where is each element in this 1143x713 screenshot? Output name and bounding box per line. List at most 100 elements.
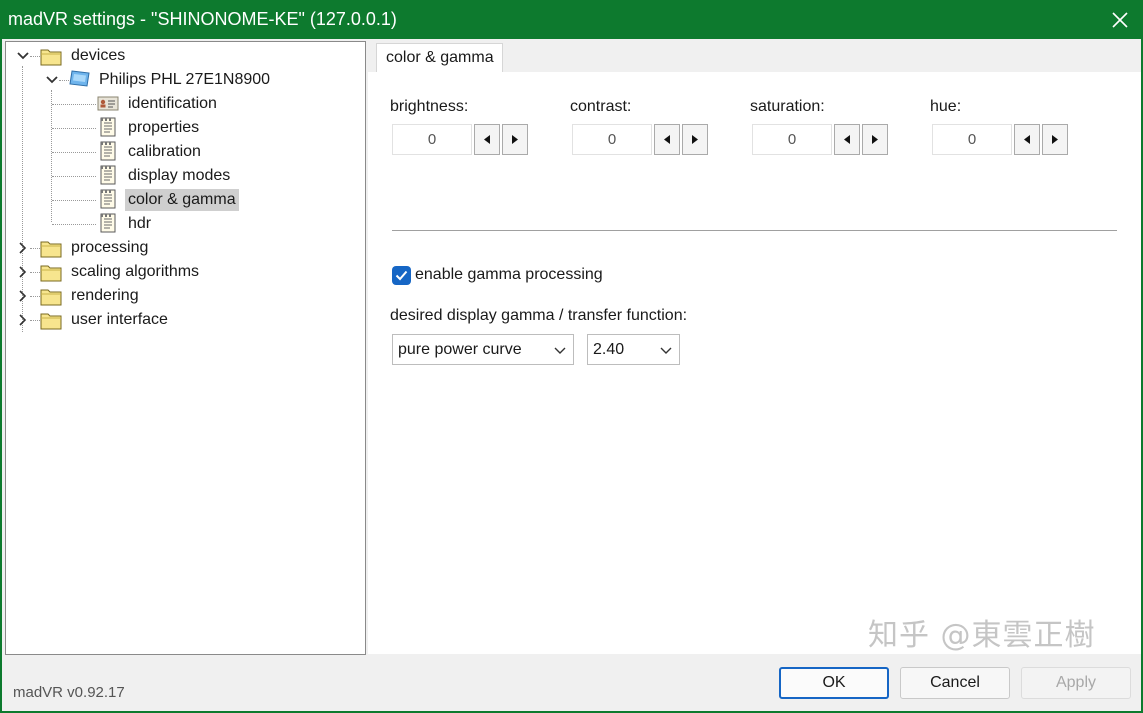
- expand-toggle-processing[interactable]: [16, 241, 30, 255]
- tree-guide-line: [51, 90, 52, 222]
- folder-icon: [40, 49, 62, 66]
- tree-node-calibration[interactable]: calibration: [125, 141, 204, 163]
- saturation-input[interactable]: 0: [752, 124, 832, 155]
- tree-node-scaling-algorithms[interactable]: scaling algorithms: [68, 261, 202, 283]
- saturation-increase-button[interactable]: [862, 124, 888, 155]
- tree-guide-line: [52, 104, 96, 105]
- tree-node-devices[interactable]: devices: [68, 45, 128, 67]
- tree-guide-line: [59, 80, 69, 81]
- chevron-right-icon: [19, 314, 27, 326]
- gamma-function-label: desired display gamma / transfer functio…: [390, 307, 688, 324]
- monitor-icon: [69, 70, 90, 87]
- contrast-label: contrast:: [570, 98, 632, 115]
- title-bar: madVR settings - "SHINONOME-KE" (127.0.0…: [0, 0, 1143, 39]
- settings-tree[interactable]: devices Philips PHL 27E1N8900 identifica…: [5, 41, 366, 655]
- tree-node-identification[interactable]: identification: [125, 93, 220, 115]
- tree-node-label: color & gamma: [125, 189, 239, 211]
- folder-icon: [40, 241, 62, 258]
- folder-icon: [40, 289, 62, 306]
- saturation-decrease-button[interactable]: [834, 124, 860, 155]
- brightness-increase-button[interactable]: [502, 124, 528, 155]
- folder-icon: [40, 313, 62, 330]
- tree-guide-line: [30, 272, 40, 273]
- hue-decrease-button[interactable]: [1014, 124, 1040, 155]
- apply-button[interactable]: Apply: [1021, 667, 1131, 699]
- app-window: madVR settings - "SHINONOME-KE" (127.0.0…: [0, 0, 1143, 713]
- hue-input[interactable]: 0: [932, 124, 1012, 155]
- tree-node-label: devices: [71, 47, 126, 64]
- document-icon: [100, 165, 116, 185]
- chevron-right-icon: [19, 290, 27, 302]
- saturation-label: saturation:: [750, 98, 825, 115]
- tree-node-rendering[interactable]: rendering: [68, 285, 142, 307]
- expand-toggle-scaling[interactable]: [16, 265, 30, 279]
- hue-label: hue:: [930, 98, 962, 115]
- expand-toggle-user-interface[interactable]: [16, 313, 30, 327]
- chevron-down-icon: [660, 347, 672, 354]
- triangle-left-icon: [664, 135, 670, 144]
- tree-node-label: rendering: [71, 287, 139, 304]
- separator: [392, 230, 1117, 232]
- tree-node-label: processing: [71, 239, 149, 256]
- chevron-down-icon: [46, 76, 58, 84]
- tree-node-display-modes[interactable]: display modes: [125, 165, 233, 187]
- expand-toggle-device[interactable]: [45, 73, 59, 87]
- triangle-left-icon: [1024, 135, 1030, 144]
- expand-toggle-rendering[interactable]: [16, 289, 30, 303]
- tree-node-label: hdr: [128, 215, 152, 232]
- tree-guide-line: [30, 296, 40, 297]
- cancel-button[interactable]: Cancel: [900, 667, 1010, 699]
- brightness-input[interactable]: 0: [392, 124, 472, 155]
- tree-node-label: Philips PHL 27E1N8900: [99, 71, 271, 88]
- ok-button[interactable]: OK: [779, 667, 889, 699]
- tree-node-color-gamma[interactable]: color & gamma: [125, 189, 239, 211]
- triangle-right-icon: [872, 135, 878, 144]
- document-icon: [100, 213, 116, 233]
- chevron-down-icon: [554, 347, 566, 354]
- settings-page: brightness: 0 contrast: 0 saturation: 0 …: [368, 72, 1141, 654]
- triangle-right-icon: [1052, 135, 1058, 144]
- watermark-text: 知乎 @東雲正樹: [868, 618, 1096, 653]
- window-title: madVR settings - "SHINONOME-KE" (127.0.0…: [8, 9, 397, 29]
- tree-node-properties[interactable]: properties: [125, 117, 202, 139]
- tree-node-label: properties: [128, 119, 200, 136]
- hue-increase-button[interactable]: [1042, 124, 1068, 155]
- triangle-left-icon: [484, 135, 490, 144]
- close-icon: [1112, 11, 1128, 28]
- tree-guide-line: [52, 176, 96, 177]
- tab-strip: color & gamma: [366, 41, 1141, 74]
- chevron-right-icon: [19, 266, 27, 278]
- transfer-function-value: pure power curve: [398, 340, 522, 358]
- tree-guide-line: [52, 200, 96, 201]
- gamma-value: 2.40: [593, 340, 625, 358]
- tree-node-label: user interface: [71, 311, 168, 328]
- tree-node-label: display modes: [128, 167, 231, 184]
- contrast-decrease-button[interactable]: [654, 124, 680, 155]
- tab-color-gamma[interactable]: color & gamma: [376, 43, 503, 74]
- brightness-label: brightness:: [390, 98, 469, 115]
- version-label: madVR v0.92.17: [13, 684, 125, 701]
- brightness-decrease-button[interactable]: [474, 124, 500, 155]
- tree-node-hdr[interactable]: hdr: [125, 213, 154, 235]
- transfer-function-select[interactable]: pure power curve: [392, 334, 574, 365]
- tree-node-user-interface[interactable]: user interface: [68, 309, 171, 331]
- tree-guide-line: [30, 320, 40, 321]
- chevron-right-icon: [19, 242, 27, 254]
- enable-gamma-label[interactable]: enable gamma processing: [415, 266, 603, 284]
- gamma-value-select[interactable]: 2.40: [587, 334, 680, 365]
- document-icon: [100, 141, 116, 161]
- triangle-right-icon: [512, 135, 518, 144]
- expand-toggle-devices[interactable]: [16, 49, 30, 63]
- tree-guide-line: [52, 152, 96, 153]
- tree-node-label: scaling algorithms: [71, 263, 200, 280]
- tree-node-processing[interactable]: processing: [68, 237, 151, 259]
- tree-guide-line: [30, 248, 40, 249]
- tree-node-label: calibration: [128, 143, 201, 160]
- document-icon: [100, 189, 116, 209]
- close-button[interactable]: [1097, 0, 1143, 39]
- enable-gamma-checkbox[interactable]: [392, 266, 411, 285]
- contrast-input[interactable]: 0: [572, 124, 652, 155]
- contrast-increase-button[interactable]: [682, 124, 708, 155]
- tree-guide-line: [52, 128, 96, 129]
- tree-node-device[interactable]: Philips PHL 27E1N8900: [96, 69, 273, 91]
